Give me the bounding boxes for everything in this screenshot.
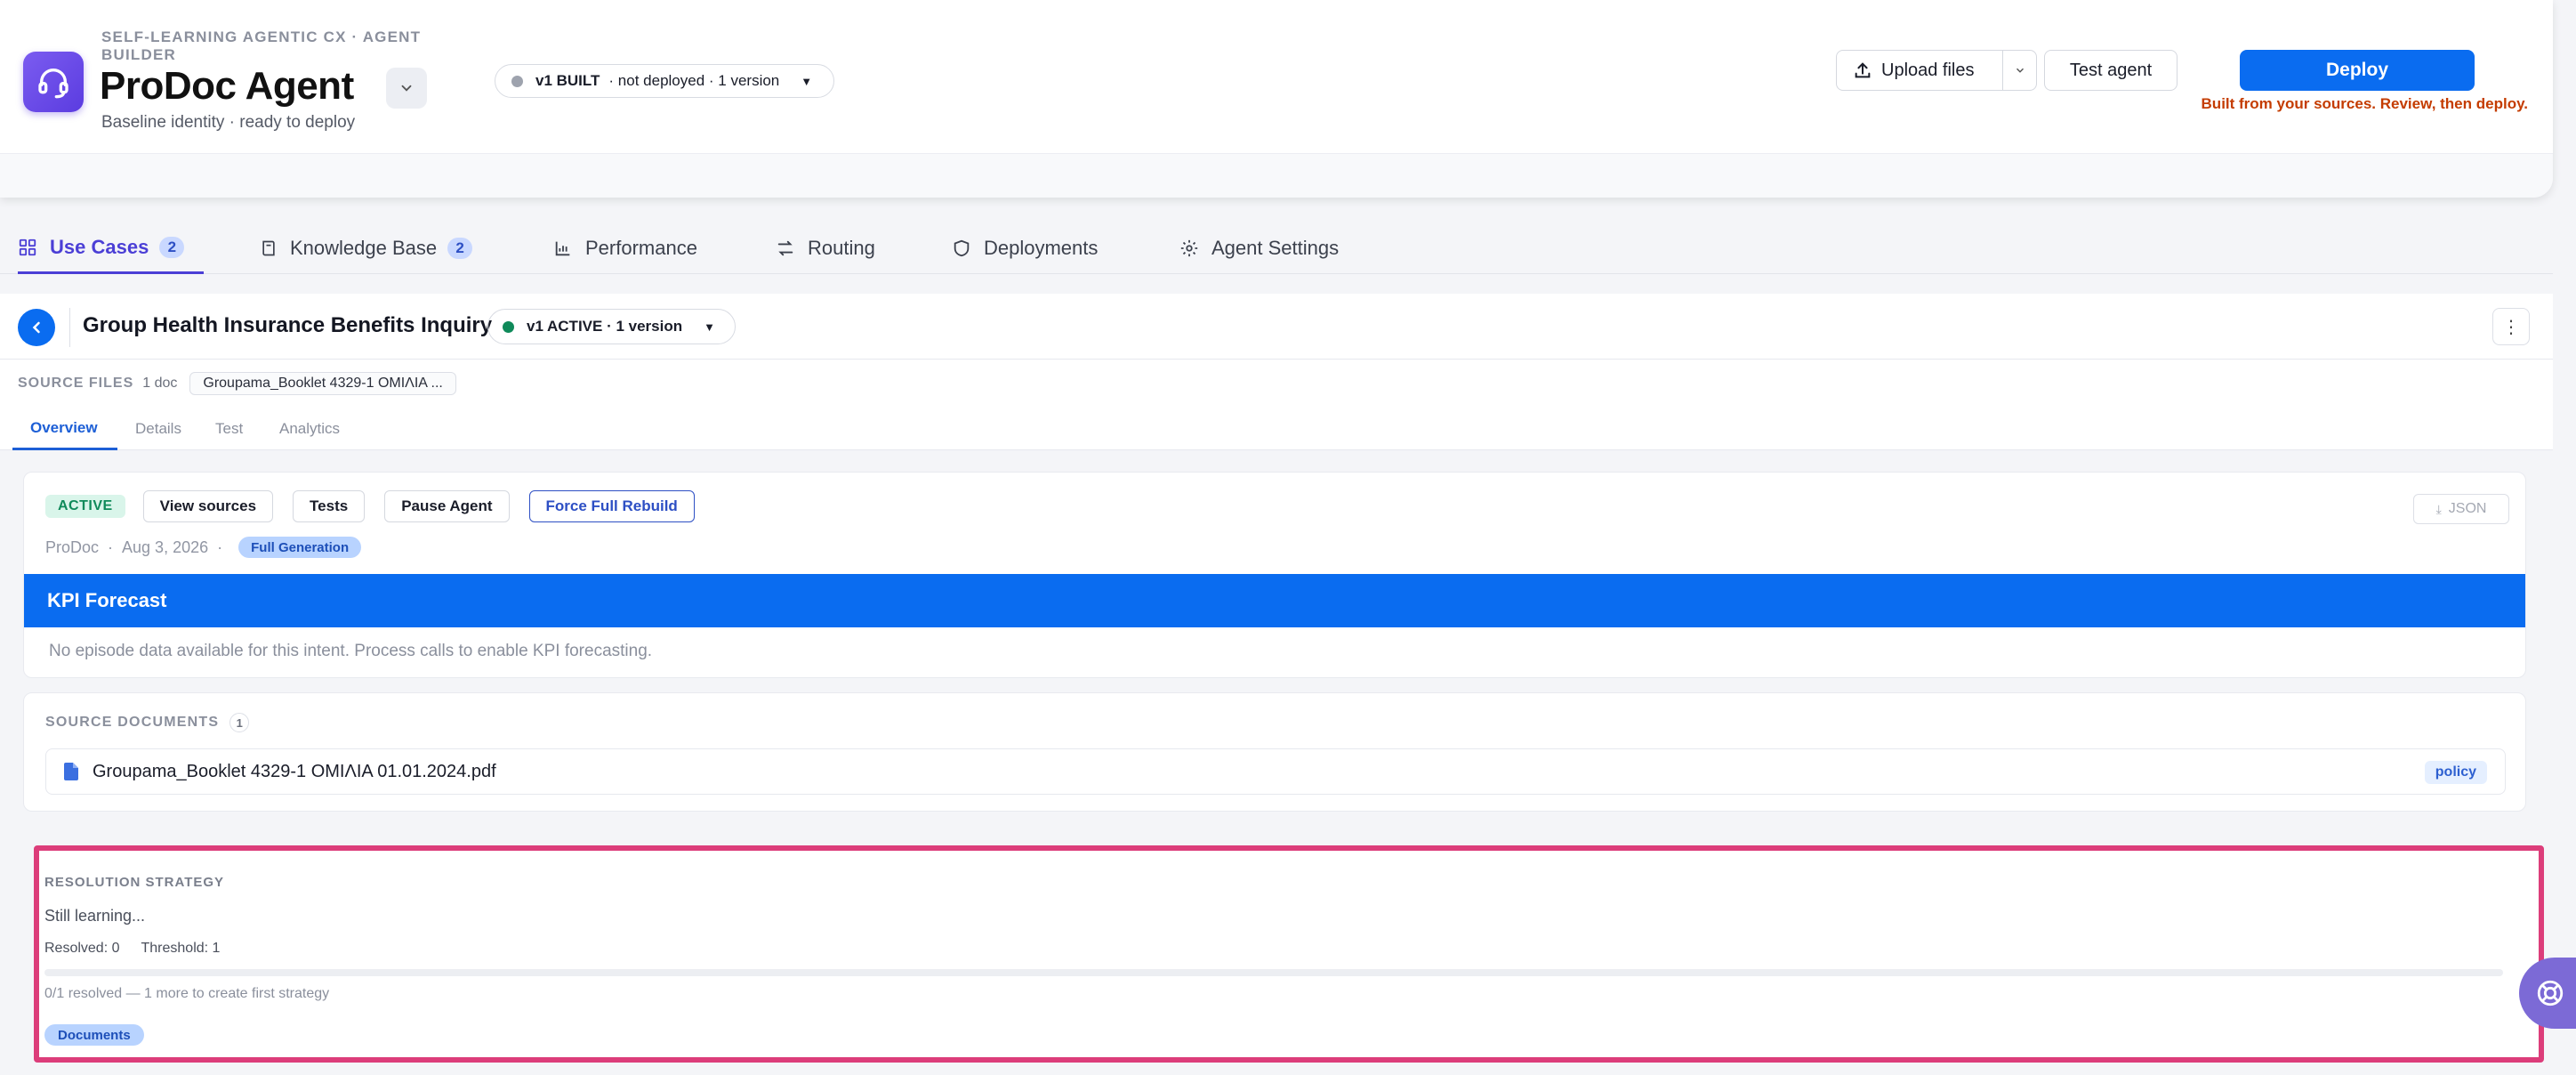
chevron-left-icon — [32, 321, 40, 334]
tab-label: Deployments — [984, 237, 1099, 259]
chevron-down-icon — [2016, 68, 2024, 73]
grid-icon — [18, 238, 37, 257]
document-name: Groupama_Booklet 4329-1 ΟΜΙΛΙΑ 01.01.202… — [93, 761, 496, 781]
json-label: JSON — [2448, 501, 2487, 516]
tab-label: Performance — [585, 237, 697, 259]
chevron-down-icon — [401, 85, 412, 92]
meta-separator: · — [217, 538, 223, 556]
version-status-dot — [503, 320, 514, 333]
subtab-details[interactable]: Details — [116, 408, 201, 450]
app-header: SELF-LEARNING AGENTIC CX · AGENT BUILDER… — [0, 0, 2553, 198]
version-status-dot — [511, 75, 523, 87]
page-title: ProDoc Agent — [100, 64, 354, 108]
source-files-label: SOURCE FILES — [18, 376, 134, 391]
divider — [69, 308, 70, 347]
header-strip — [0, 153, 2553, 198]
breadcrumb: SELF-LEARNING AGENTIC CX · AGENT BUILDER — [101, 28, 422, 63]
json-export-button[interactable]: ⤓ JSON — [2413, 494, 2509, 524]
document-count: 1 — [229, 713, 250, 732]
status-badge: ACTIVE — [45, 495, 125, 518]
generation-badge: Full Generation — [238, 537, 362, 558]
usecase-title: Group Health Insurance Benefits Inquiry — [83, 313, 493, 337]
bar-chart-icon — [553, 238, 573, 258]
resolution-stats: Resolved: 0 Threshold: 1 — [44, 941, 241, 957]
tab-deployments[interactable]: Deployments — [952, 222, 1098, 274]
resolution-caption: 0/1 resolved — 1 more to create first st… — [44, 986, 330, 1001]
back-button[interactable] — [18, 309, 55, 346]
document-tag: policy — [2424, 761, 2487, 784]
meta-date: Aug 3, 2026 — [122, 538, 209, 556]
kpi-empty-message: No episode data available for this inten… — [49, 642, 653, 660]
meta-source: ProDoc — [45, 538, 100, 556]
resolved-count: Resolved: 0 — [44, 941, 120, 956]
tab-use-cases[interactable]: Use Cases 2 — [18, 222, 205, 274]
upload-files-button[interactable]: Upload files — [1837, 51, 2002, 90]
upload-files-button-group: Upload files — [1836, 50, 2037, 91]
upload-files-label: Upload files — [1881, 60, 1975, 80]
upload-options-button[interactable] — [2002, 51, 2036, 90]
headset-icon — [23, 52, 84, 112]
subtab-overview[interactable]: Overview — [12, 408, 117, 450]
source-documents-heading: SOURCE DOCUMENTS 1 — [45, 713, 250, 732]
test-agent-button[interactable]: Test agent — [2044, 50, 2178, 91]
gear-icon — [1179, 238, 1199, 258]
agent-switcher-button[interactable] — [386, 68, 427, 109]
help-lifebuoy-icon — [2537, 980, 2564, 1006]
caret-down-icon: ▼ — [801, 74, 813, 88]
subtab-test[interactable]: Test — [196, 408, 262, 450]
deploy-button[interactable]: Deploy — [2240, 50, 2475, 91]
version-label: v1 BUILT — [535, 72, 600, 89]
overview-card: ACTIVE View sources Tests Pause Agent Fo… — [23, 472, 2526, 678]
tab-label: Agent Settings — [1212, 237, 1340, 259]
source-file-chip[interactable]: Groupama_Booklet 4329-1 ΟΜΙΛΙΑ ... — [189, 372, 456, 395]
category-tag: Documents — [44, 1024, 144, 1046]
threshold-value: Threshold: 1 — [141, 941, 221, 956]
pause-agent-button[interactable]: Pause Agent — [384, 490, 510, 522]
kpi-forecast-header: KPI Forecast — [24, 574, 2525, 627]
version-status: · not deployed · 1 version — [608, 72, 780, 89]
source-documents-card: SOURCE DOCUMENTS 1 Groupama_Booklet 4329… — [23, 692, 2526, 812]
force-full-rebuild-button[interactable]: Force Full Rebuild — [528, 490, 695, 522]
file-icon — [64, 763, 78, 780]
agent-subtitle: Baseline identity · ready to deploy — [101, 113, 356, 132]
section-title: SOURCE DOCUMENTS — [45, 715, 220, 730]
book-icon — [260, 238, 278, 258]
tab-count-badge: 2 — [447, 238, 473, 259]
tab-knowledge-base[interactable]: Knowledge Base 2 — [260, 222, 473, 274]
source-files-row: SOURCE FILES 1 doc Groupama_Booklet 4329… — [18, 370, 456, 397]
meta-row: ProDoc · Aug 3, 2026 · Full Generation — [45, 537, 362, 558]
upload-icon — [1855, 62, 1871, 78]
resolution-strategy-card — [34, 845, 2544, 1063]
source-files-count: 1 doc — [142, 376, 178, 391]
deploy-note: Built from your sources. Review, then de… — [2201, 95, 2528, 112]
tab-agent-settings[interactable]: Agent Settings — [1179, 222, 1339, 274]
tab-performance[interactable]: Performance — [553, 222, 697, 274]
tab-routing[interactable]: Routing — [776, 222, 875, 274]
section-title: RESOLUTION STRATEGY — [44, 875, 225, 890]
shield-icon — [952, 238, 971, 258]
view-sources-button[interactable]: View sources — [142, 490, 274, 522]
caret-down-icon: ▼ — [704, 319, 715, 334]
tab-label: Routing — [808, 237, 875, 259]
usecase-header: Group Health Insurance Benefits Inquiry … — [0, 294, 2553, 360]
agent-version-dropdown[interactable]: v1 BUILT · not deployed · 1 version ▼ — [495, 64, 835, 98]
routing-arrows-icon — [776, 238, 795, 258]
tab-label: Use Cases — [50, 235, 149, 258]
tab-count-badge: 2 — [159, 236, 185, 258]
usecase-version-label: v1 ACTIVE · 1 version — [527, 318, 683, 335]
download-icon: ⤓ — [2435, 501, 2442, 516]
tests-button[interactable]: Tests — [293, 490, 366, 522]
list-item[interactable]: Groupama_Booklet 4329-1 ΟΜΙΛΙΑ 01.01.202… — [45, 748, 2506, 795]
action-row: ACTIVE View sources Tests Pause Agent Fo… — [45, 490, 714, 522]
tab-label: Knowledge Base — [290, 237, 438, 259]
usecase-version-dropdown[interactable]: v1 ACTIVE · 1 version ▼ — [487, 309, 736, 344]
meta-separator: · — [108, 538, 114, 556]
subtab-analytics[interactable]: Analytics — [260, 408, 359, 450]
usecase-subtabs: Overview Details Test Analytics — [0, 408, 2553, 450]
resolution-state: Still learning... — [44, 907, 146, 925]
main-tabs: Use Cases 2 Knowledge Base 2 Performance… — [0, 222, 2553, 274]
more-options-icon[interactable]: ⋮ — [2492, 308, 2530, 345]
resolution-progress-bar — [44, 969, 2503, 976]
